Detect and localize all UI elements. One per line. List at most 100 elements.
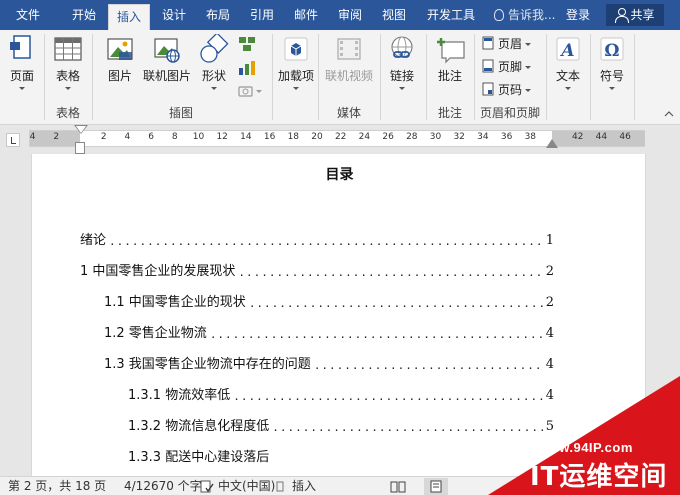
- tab-references[interactable]: 引用: [242, 0, 282, 30]
- online-picture-button[interactable]: 联机图片: [142, 34, 192, 84]
- tab-design[interactable]: 设计: [154, 0, 194, 30]
- tell-me-box[interactable]: 告诉我...: [494, 0, 555, 30]
- status-word-count[interactable]: 4/12670 个字: [124, 478, 202, 495]
- footer-label: 页脚: [498, 60, 523, 74]
- chevron-down-icon: [65, 87, 71, 90]
- toc-entry[interactable]: 1.2 零售企业物流 4: [104, 321, 554, 341]
- toc-entry-text: 绪论: [80, 233, 107, 248]
- print-layout-icon: [430, 480, 442, 493]
- tab-file[interactable]: 文件: [0, 0, 56, 30]
- text-label: 文本: [555, 69, 580, 83]
- chevron-down-icon: [525, 89, 532, 92]
- toc-leader-dots: [238, 266, 542, 279]
- share-button[interactable]: 共享: [606, 4, 664, 26]
- toc-entry-text: 1.3 我国零售企业物流中存在的问题: [104, 357, 311, 372]
- group-separator: [590, 34, 591, 120]
- tab-insert[interactable]: 插入: [108, 4, 150, 30]
- toc-leader-dots: [233, 390, 543, 403]
- ruler-number: 28: [406, 132, 418, 142]
- page-number-button[interactable]: 页码: [482, 80, 532, 100]
- toc-leader-dots: [109, 235, 543, 248]
- tab-mailings[interactable]: 邮件: [286, 0, 326, 30]
- collapse-ribbon-icon[interactable]: [664, 110, 674, 118]
- ruler-bar: 4 2 2 4 6 8 10 12 14 16 18 20 22 24 26 28 30 32 34 36 38 42 44…: [0, 125, 680, 154]
- header-button[interactable]: 页眉: [482, 34, 532, 54]
- tell-me-text: 告诉我...: [508, 8, 556, 22]
- group-separator: [380, 34, 381, 120]
- document-area[interactable]: 目录 绪论 1 1 中国零售企业的发展现状 2 1.1 中国零售企业的现状 2 1.2 零售…: [0, 154, 680, 476]
- read-mode-icon[interactable]: [390, 480, 406, 493]
- footer-button[interactable]: 页脚: [482, 57, 532, 77]
- toc-entry[interactable]: 1.3.2 物流信息化程度低 5: [128, 414, 554, 434]
- shapes-button[interactable]: 形状: [196, 32, 232, 90]
- print-layout-button[interactable]: [424, 478, 448, 495]
- toc-entry-page: 4: [545, 326, 554, 341]
- vertical-scrollbar[interactable]: [664, 154, 680, 476]
- group-separator: [546, 34, 547, 120]
- group-label-illustrations: 插图: [168, 106, 193, 120]
- ruler-number: 22: [334, 132, 347, 142]
- tab-layout[interactable]: 布局: [198, 0, 238, 30]
- right-indent-marker[interactable]: [546, 139, 558, 148]
- toc-entry[interactable]: 绪论 1: [80, 228, 554, 248]
- chart-icon[interactable]: [238, 60, 256, 76]
- ruler-number: 16: [263, 132, 276, 142]
- page-number-icon: [482, 82, 494, 96]
- status-page-count[interactable]: 第 2 页，共 18 页: [8, 478, 106, 495]
- document-page[interactable]: 目录 绪论 1 1 中国零售企业的发展现状 2 1.1 中国零售企业的现状 2 1.2 零售…: [31, 154, 646, 476]
- symbols-label: 符号: [599, 69, 624, 83]
- ruler-number: 2: [100, 132, 107, 142]
- toc-entry[interactable]: 1.3.3 配送中心建设落后: [128, 445, 554, 465]
- comment-button[interactable]: 批注: [430, 34, 470, 84]
- toc-leader-dots: [314, 359, 543, 372]
- toc-entry-text: 1 中国零售企业的发展现状: [80, 264, 236, 279]
- symbols-button[interactable]: Ω 符号: [594, 34, 630, 90]
- link-icon: [391, 36, 413, 58]
- tab-home[interactable]: 开始: [60, 0, 108, 30]
- ruler-number: 30: [429, 132, 442, 142]
- toc-entry[interactable]: 1.3.1 物流效率低 4: [128, 383, 554, 403]
- online-video-label: 联机视频: [324, 69, 373, 83]
- login-button[interactable]: 登录: [566, 0, 590, 30]
- status-bar: 第 2 页，共 18 页 4/12670 个字 中文(中国) 插入: [0, 476, 680, 495]
- table-button[interactable]: 表格: [50, 34, 86, 90]
- tab-review[interactable]: 审阅: [330, 0, 370, 30]
- proofing-icon[interactable]: [200, 480, 214, 493]
- screenshot-icon[interactable]: [238, 84, 264, 98]
- status-language[interactable]: 中文(中国): [218, 478, 275, 495]
- toc-entry[interactable]: 1.1 中国零售企业的现状 2: [104, 290, 554, 310]
- tab-view[interactable]: 视图: [374, 0, 414, 30]
- link-button[interactable]: 链接: [384, 34, 420, 90]
- group-label-media: 媒体: [336, 106, 361, 120]
- shapes-icon: [200, 32, 229, 63]
- first-line-indent-marker-fill: [76, 126, 86, 133]
- status-insert-mode[interactable]: 插入: [292, 478, 316, 495]
- toc-entry-page: 4: [545, 388, 554, 403]
- addins-button[interactable]: 加载项: [278, 34, 314, 90]
- text-box-icon: A: [556, 37, 580, 61]
- person-icon: [615, 8, 630, 23]
- toc-leader-dots: [210, 328, 543, 341]
- header-icon: [482, 36, 494, 50]
- pages-button[interactable]: 页面: [4, 34, 40, 90]
- left-indent-marker[interactable]: [75, 142, 85, 154]
- macro-icon[interactable]: [276, 480, 284, 493]
- toc-entry[interactable]: 1.3 我国零售企业物流中存在的问题 4: [104, 352, 554, 372]
- share-label: 共享: [630, 8, 655, 22]
- online-video-button[interactable]: 联机视频: [322, 34, 376, 84]
- smartart-icon[interactable]: [238, 36, 256, 52]
- page-icon: [10, 35, 31, 59]
- toc-entry[interactable]: 1 中国零售企业的发展现状 2: [80, 259, 554, 279]
- ruler-number: 44: [595, 132, 608, 142]
- text-button[interactable]: A 文本: [550, 34, 586, 90]
- tab-developer[interactable]: 开发工具: [418, 0, 484, 30]
- svg-text:Ω: Ω: [604, 41, 619, 61]
- picture-button[interactable]: 图片: [100, 34, 140, 84]
- chevron-down-icon: [211, 87, 217, 90]
- group-label-table: 表格: [55, 106, 80, 120]
- ruler-number: 4: [124, 132, 131, 142]
- group-separator: [634, 34, 635, 120]
- picture-label: 图片: [107, 69, 132, 83]
- online-picture-label: 联机图片: [142, 69, 191, 83]
- tab-selector[interactable]: [6, 133, 20, 147]
